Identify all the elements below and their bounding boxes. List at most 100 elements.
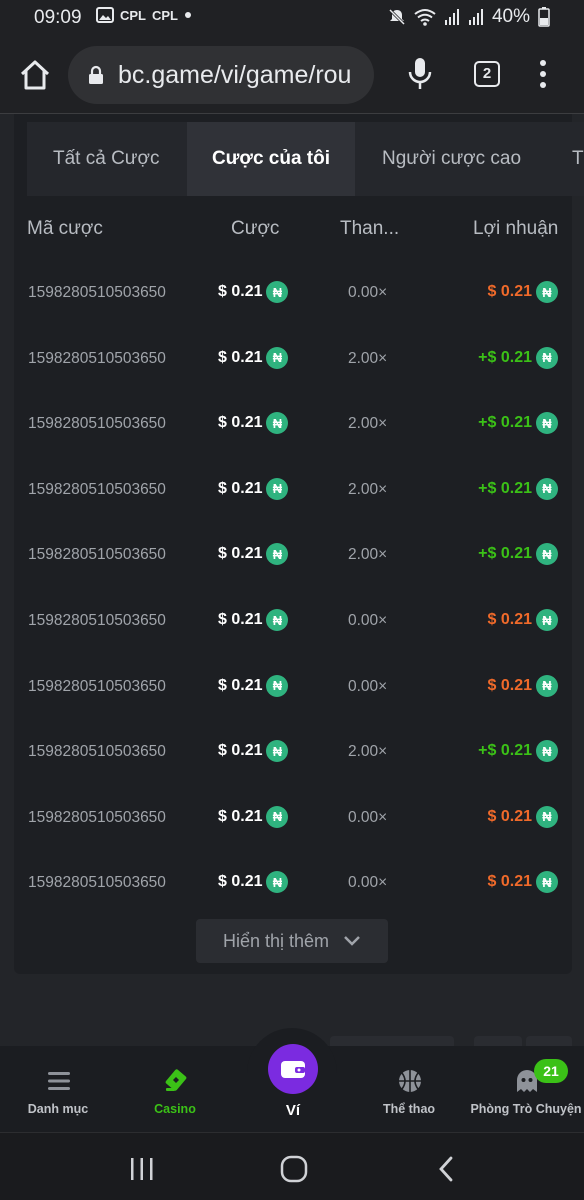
microphone-icon[interactable] [406, 56, 434, 92]
nav-wallet-button[interactable] [268, 1044, 318, 1094]
bet-profit: +$ 0.21 ₦ [478, 543, 558, 566]
coin-icon: ₦ [266, 281, 289, 303]
wallet-icon [281, 1061, 305, 1078]
column-header-profit: Lợi nhuận [473, 218, 559, 239]
bet-profit-value: +$ 0.21 [478, 348, 532, 366]
signal-icon [468, 9, 483, 25]
nav-chat[interactable]: Phòng Trò Chuyện [468, 1046, 584, 1132]
bet-profit: +$ 0.21 ₦ [478, 346, 558, 369]
bet-profit-value: +$ 0.21 [478, 414, 532, 432]
bet-amount-value: $ 0.21 [218, 611, 263, 628]
bet-id[interactable]: 1598280510503650 [28, 415, 190, 433]
table-row[interactable]: 1598280510503650 $ 0.21 ₦ 2.00× +$ 0.21 ₦ [14, 721, 572, 787]
bet-amount-value: $ 0.21 [218, 479, 263, 497]
nav-menu[interactable]: Danh mục [0, 1046, 116, 1132]
bet-amount: $ 0.21 ₦ [218, 871, 289, 894]
bet-amount-value: $ 0.21 [218, 283, 263, 300]
bet-id[interactable]: 1598280510503650 [28, 678, 190, 696]
bet-amount-value: $ 0.21 [218, 348, 263, 366]
coin-icon: ₦ [536, 543, 558, 566]
tab-high-rollers[interactable]: Người cược cao [382, 122, 521, 196]
coin-icon: ₦ [266, 346, 289, 369]
status-bar: 09:09 CPL CPL 40% [0, 0, 584, 36]
home-circle-icon[interactable] [280, 1155, 308, 1183]
table-row[interactable]: 1598280510503650 $ 0.21 ₦ 0.00× $ 0.21 ₦ [14, 656, 572, 722]
tab-my-bets[interactable]: Cược của tôi [187, 122, 355, 196]
bet-profit-value: $ 0.21 [487, 873, 532, 891]
bet-multiplier: 0.00× [348, 677, 388, 695]
casino-cards-icon [165, 1069, 187, 1091]
table-row[interactable]: 1598280510503650 $ 0.21 ₦ 0.00× $ 0.21 ₦ [14, 787, 572, 853]
address-bar[interactable]: bc.game/vi/game/rou [68, 46, 374, 104]
nav-menu-label: Danh mục [27, 1102, 89, 1116]
coin-icon: ₦ [266, 412, 289, 435]
tab-all-bets[interactable]: Tất cả Cược [27, 122, 187, 196]
coin-icon: ₦ [266, 674, 289, 697]
bet-profit: $ 0.21 ₦ [487, 871, 558, 894]
home-icon[interactable] [18, 58, 52, 92]
bet-amount-value: $ 0.21 [218, 742, 263, 760]
bet-amount: $ 0.21 ₦ [218, 543, 289, 566]
bet-id[interactable]: 1598280510503650 [28, 546, 190, 564]
signal-icon [444, 9, 459, 25]
coin-icon: ₦ [536, 805, 558, 828]
recent-apps-icon[interactable] [128, 1157, 156, 1181]
coin-icon: ₦ [536, 281, 558, 303]
carrier-badge: CPL [152, 7, 178, 23]
show-more-button[interactable]: Hiển thị thêm [196, 919, 388, 963]
table-row[interactable]: 1598280510503650 $ 0.21 ₦ 0.00× $ 0.21 ₦ [14, 852, 572, 918]
nav-sports[interactable]: Thể thao [351, 1046, 467, 1132]
tab-switcher-button[interactable]: 2 [474, 61, 500, 87]
bet-amount: $ 0.21 ₦ [218, 740, 289, 763]
wifi-icon [414, 9, 436, 26]
carrier-badge: CPL [120, 7, 146, 23]
bet-id[interactable]: 1598280510503650 [28, 350, 190, 368]
table-row[interactable]: 1598280510503650 $ 0.21 ₦ 2.00× +$ 0.21 ₦ [14, 328, 572, 394]
chat-unread-badge: 21 [534, 1059, 568, 1083]
bet-id[interactable]: 1598280510503650 [28, 284, 190, 302]
bet-amount: $ 0.21 ₦ [218, 477, 289, 500]
dot-icon [185, 12, 191, 18]
table-row[interactable]: 1598280510503650 $ 0.21 ₦ 2.00× +$ 0.21 ₦ [14, 459, 572, 525]
bet-id[interactable]: 1598280510503650 [28, 874, 190, 892]
table-row[interactable]: 1598280510503650 $ 0.21 ₦ 0.00× $ 0.21 ₦ [14, 262, 572, 328]
system-nav-bar [0, 1132, 584, 1200]
mute-icon [388, 8, 406, 26]
status-time: 09:09 [34, 7, 82, 28]
coin-icon: ₦ [266, 740, 289, 763]
bet-multiplier: 2.00× [348, 415, 388, 433]
coin-icon: ₦ [266, 477, 289, 500]
table-row[interactable]: 1598280510503650 $ 0.21 ₦ 0.00× $ 0.21 ₦ [14, 590, 572, 656]
bet-multiplier: 0.00× [348, 808, 388, 826]
bet-id[interactable]: 1598280510503650 [28, 743, 190, 761]
nav-casino[interactable]: Casino [117, 1046, 233, 1132]
bet-amount-value: $ 0.21 [218, 807, 263, 825]
coin-icon: ₦ [266, 871, 289, 894]
bet-amount-value: $ 0.21 [218, 545, 263, 563]
bet-profit: +$ 0.21 ₦ [478, 740, 558, 763]
bet-id[interactable]: 1598280510503650 [28, 612, 190, 630]
bet-id[interactable]: 1598280510503650 [28, 481, 190, 499]
url-text: bc.game/vi/game/rou [118, 60, 352, 89]
bet-profit: +$ 0.21 ₦ [478, 412, 558, 435]
bet-amount-value: $ 0.21 [218, 676, 263, 694]
back-icon[interactable] [436, 1155, 456, 1183]
bet-multiplier: 2.00× [348, 743, 388, 761]
coin-icon: ₦ [536, 674, 558, 697]
bet-amount: $ 0.21 ₦ [218, 609, 289, 631]
table-row[interactable]: 1598280510503650 $ 0.21 ₦ 2.00× +$ 0.21 ₦ [14, 524, 572, 590]
bet-multiplier: 0.00× [348, 874, 388, 892]
basketball-icon [399, 1070, 421, 1092]
bet-id[interactable]: 1598280510503650 [28, 809, 190, 827]
battery-percent: 40% [491, 6, 530, 27]
more-vert-icon[interactable] [532, 58, 554, 90]
bet-profit-value: +$ 0.21 [478, 545, 532, 563]
bet-multiplier: 2.00× [348, 546, 388, 564]
tab-more[interactable]: T [572, 122, 584, 196]
table-row[interactable]: 1598280510503650 $ 0.21 ₦ 2.00× +$ 0.21 ₦ [14, 393, 572, 459]
battery-icon [538, 7, 550, 27]
bet-profit: $ 0.21 ₦ [488, 674, 558, 697]
coin-icon: ₦ [266, 805, 289, 828]
nav-sports-label: Thể thao [382, 1102, 436, 1116]
coin-icon: ₦ [536, 477, 558, 500]
